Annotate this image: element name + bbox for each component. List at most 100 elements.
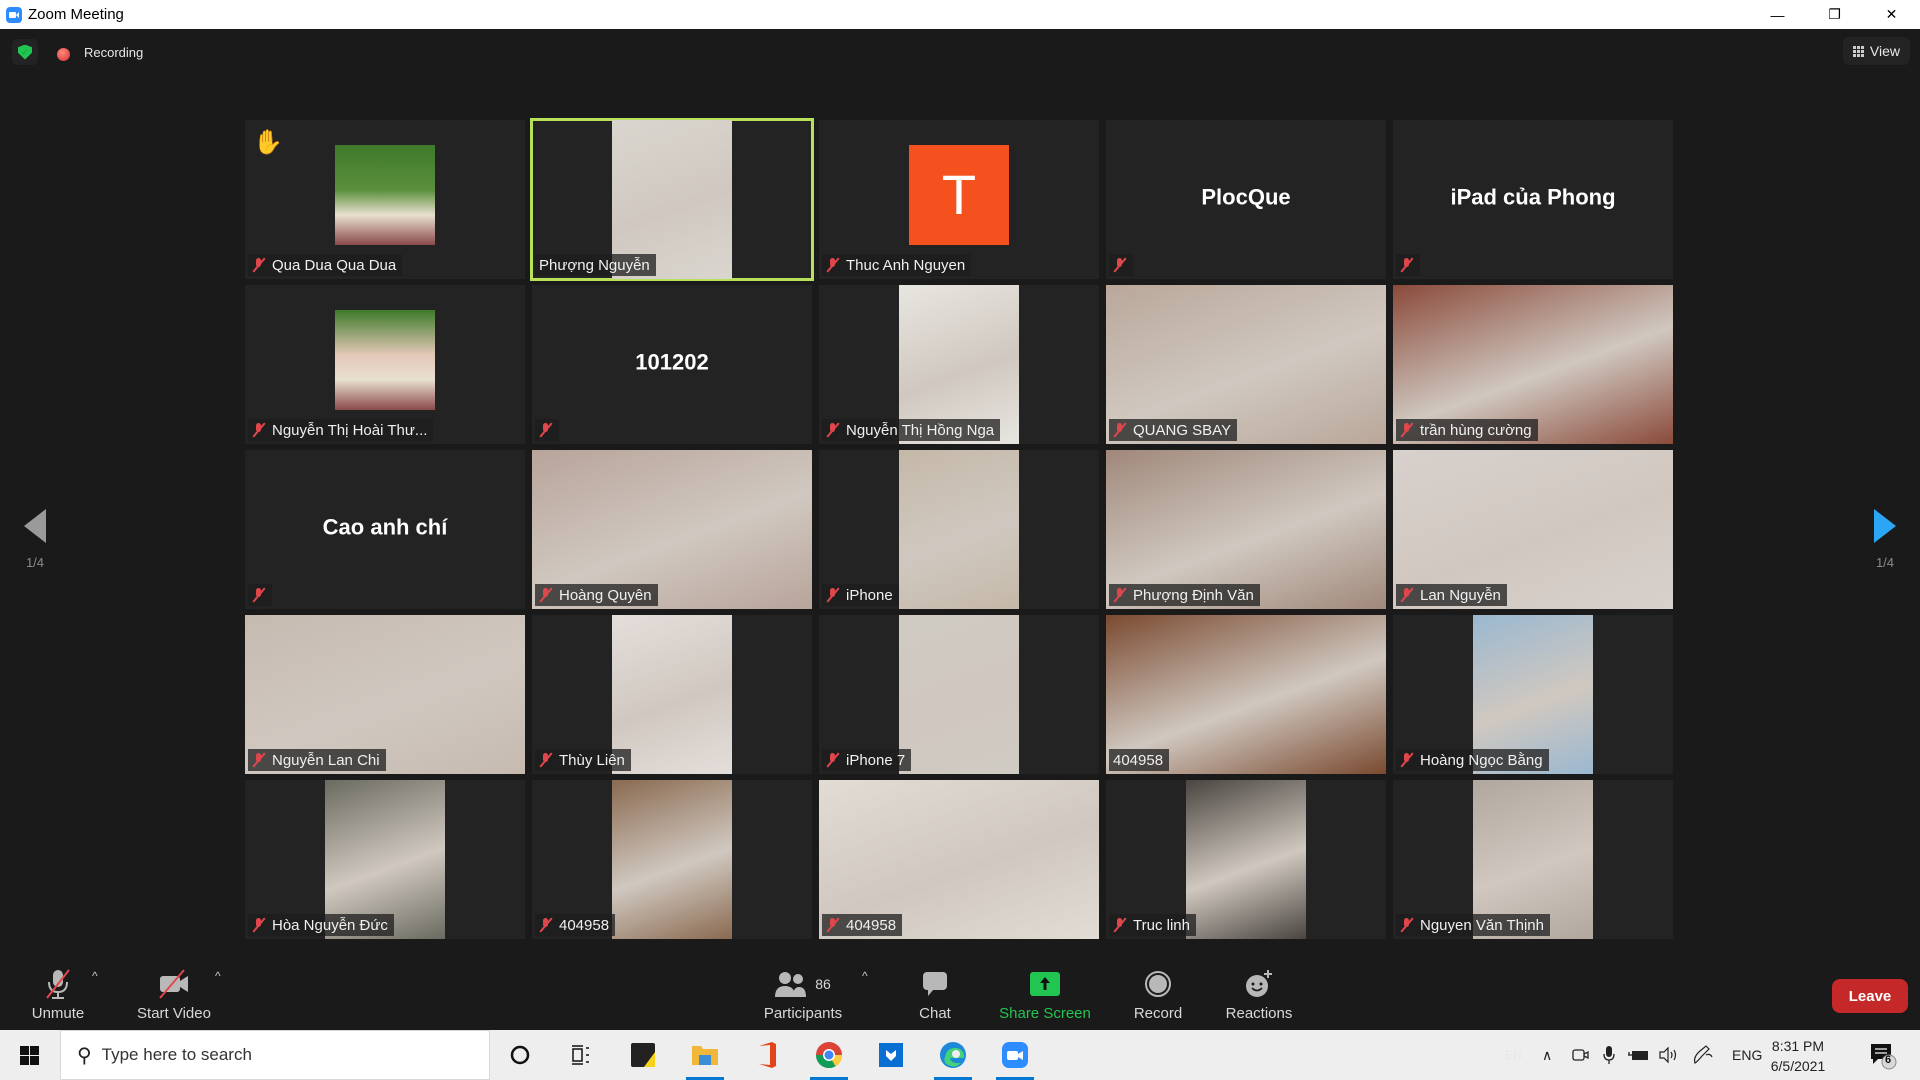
participant-tile[interactable]: Nguyen Văn Thịnh	[1393, 780, 1673, 939]
participant-gallery: ✋ Qua Dua Qua Dua Phượng Nguyễn T Thuc Anh N…	[245, 118, 1675, 939]
participant-tile[interactable]: iPhone	[819, 450, 1099, 609]
participant-tile[interactable]: Nguyễn Thị Hồng Nga	[819, 285, 1099, 444]
participant-tile[interactable]: trần hùng cường	[1393, 285, 1673, 444]
participant-tile[interactable]: 101202	[532, 285, 812, 444]
participant-name-tag	[248, 584, 272, 606]
participant-tile[interactable]: Phượng Định Văn	[1106, 450, 1386, 609]
windows-taskbar: ⚲ EN ∧ ENG 8:31 PM	[0, 1030, 1920, 1080]
participant-tile[interactable]: 404958	[1106, 615, 1386, 774]
action-center-button[interactable]: 6	[1868, 1040, 1898, 1070]
participant-name-tag: Truc linh	[1109, 914, 1196, 936]
cortana-button[interactable]	[495, 1030, 545, 1080]
show-hidden-icons-button[interactable]: ∧	[1542, 1030, 1552, 1080]
participant-tile[interactable]: Nguyễn Lan Chi	[245, 615, 525, 774]
participant-tile[interactable]: 404958	[532, 780, 812, 939]
participant-name: iPhone	[846, 586, 893, 604]
taskbar-clock[interactable]: 8:31 PM 6/5/2021	[1760, 1036, 1836, 1076]
mic-muted-icon	[826, 257, 840, 273]
mic-muted-icon	[1400, 752, 1414, 768]
next-page-button[interactable]: 1/4	[1865, 509, 1905, 589]
mic-muted-icon	[1113, 257, 1127, 273]
profile-picture	[335, 309, 435, 410]
microphone-tray-icon[interactable]	[1602, 1030, 1616, 1080]
notification-icon	[1871, 1044, 1897, 1070]
pen-workspace-icon[interactable]	[1692, 1030, 1714, 1080]
cortana-icon	[510, 1045, 530, 1065]
leave-button[interactable]: Leave	[1832, 979, 1908, 1013]
chat-button[interactable]: Chat	[910, 955, 960, 1030]
edge-button[interactable]	[928, 1030, 978, 1080]
participant-name: Thuc Anh Nguyen	[846, 256, 966, 274]
chrome-button[interactable]	[804, 1030, 854, 1080]
participant-name: 404958	[559, 916, 610, 934]
participant-tile[interactable]: Phượng Nguyễn	[530, 118, 814, 281]
windows-logo-icon	[19, 1045, 39, 1065]
page-indicator-left: 1/4	[25, 555, 45, 570]
view-label: View	[1869, 43, 1900, 59]
participant-name: QUANG SBAY	[1133, 421, 1232, 439]
participant-name: Nguyễn Thị Hoài Thư...	[272, 421, 428, 439]
video-options-caret[interactable]: ^	[215, 969, 221, 983]
participant-name: Phượng Định Văn	[1133, 586, 1254, 604]
meeting-area: ✓ Recording View 1/4 1/4 ✋ Qua Dua Qua Du…	[0, 29, 1920, 1030]
participant-name: iPhone 7	[846, 751, 906, 769]
unmute-button[interactable]: Unmute	[26, 955, 90, 1030]
security-button[interactable]: ✓	[12, 39, 38, 65]
chat-label: Chat	[919, 1005, 951, 1022]
store-app-button[interactable]	[866, 1030, 916, 1080]
volume-icon[interactable]	[1658, 1030, 1680, 1080]
participant-name-tag: QUANG SBAY	[1109, 419, 1238, 441]
office-button[interactable]	[742, 1030, 792, 1080]
previous-page-button[interactable]: 1/4	[15, 509, 55, 589]
participant-tile[interactable]: Nguyễn Thị Hoài Thư...	[245, 285, 525, 444]
participant-name: Nguyễn Thị Hồng Nga	[846, 421, 995, 439]
participant-video	[612, 780, 732, 939]
file-explorer-button[interactable]	[680, 1030, 730, 1080]
mic-muted-icon	[1113, 917, 1127, 933]
sticky-notes-button[interactable]	[618, 1030, 668, 1080]
taskbar-search[interactable]: ⚲	[60, 1030, 490, 1080]
participant-tile[interactable]: Hoàng Quyên	[532, 450, 812, 609]
participant-tile[interactable]: QUANG SBAY	[1106, 285, 1386, 444]
participant-tile[interactable]: iPad của Phong	[1393, 120, 1673, 279]
participant-name-tag: Nguyễn Thị Hoài Thư...	[248, 419, 434, 441]
participant-tile[interactable]: Hoàng Ngọc Bằng	[1393, 615, 1673, 774]
participant-tile[interactable]: 404958	[819, 780, 1099, 939]
participant-tile[interactable]: Lan Nguyễn	[1393, 450, 1673, 609]
participant-name: Thùy Liên	[559, 751, 625, 769]
chat-icon	[921, 967, 949, 1001]
start-video-button[interactable]: Start Video	[134, 955, 214, 1030]
participant-tile[interactable]: ✋ Qua Dua Qua Dua	[245, 120, 525, 279]
task-view-button[interactable]	[555, 1030, 605, 1080]
restore-button[interactable]: ❐	[1806, 0, 1863, 29]
microphone-muted-icon	[41, 967, 75, 1001]
mic-muted-icon	[1400, 917, 1414, 933]
participants-options-caret[interactable]: ^	[862, 969, 868, 983]
participant-name: Hoàng Quyên	[559, 586, 652, 604]
participant-tile[interactable]: T Thuc Anh Nguyen	[819, 120, 1099, 279]
share-screen-button[interactable]: Share Screen	[998, 955, 1092, 1030]
zoom-taskbar-button[interactable]	[990, 1030, 1040, 1080]
sticky-notes-icon	[631, 1043, 655, 1067]
language-indicator[interactable]: ENG	[1732, 1030, 1762, 1080]
audio-options-caret[interactable]: ^	[92, 969, 98, 983]
participant-tile[interactable]: Cao anh chí	[245, 450, 525, 609]
taskbar-search-input[interactable]	[101, 1045, 462, 1065]
participant-tile[interactable]: Thùy Liên	[532, 615, 812, 774]
view-button[interactable]: View	[1842, 37, 1910, 65]
reactions-button[interactable]: Reactions	[1224, 955, 1294, 1030]
participant-tile[interactable]: Truc linh	[1106, 780, 1386, 939]
battery-icon[interactable]	[1628, 1030, 1650, 1080]
window-titlebar: Zoom Meeting — ❐ ✕	[0, 0, 1920, 29]
start-button[interactable]	[0, 1030, 58, 1080]
mic-muted-icon	[1113, 422, 1127, 438]
participant-tile[interactable]: PlocQue	[1106, 120, 1386, 279]
camera-tray-icon[interactable]	[1572, 1030, 1590, 1080]
participant-tile[interactable]: iPhone 7	[819, 615, 1099, 774]
minimize-button[interactable]: —	[1749, 0, 1806, 29]
file-explorer-icon	[692, 1046, 718, 1065]
record-button[interactable]: Record	[1130, 955, 1186, 1030]
close-button[interactable]: ✕	[1863, 0, 1920, 29]
participants-button[interactable]: 86 Participants	[760, 955, 846, 1030]
participant-tile[interactable]: Hòa Nguyễn Đức	[245, 780, 525, 939]
